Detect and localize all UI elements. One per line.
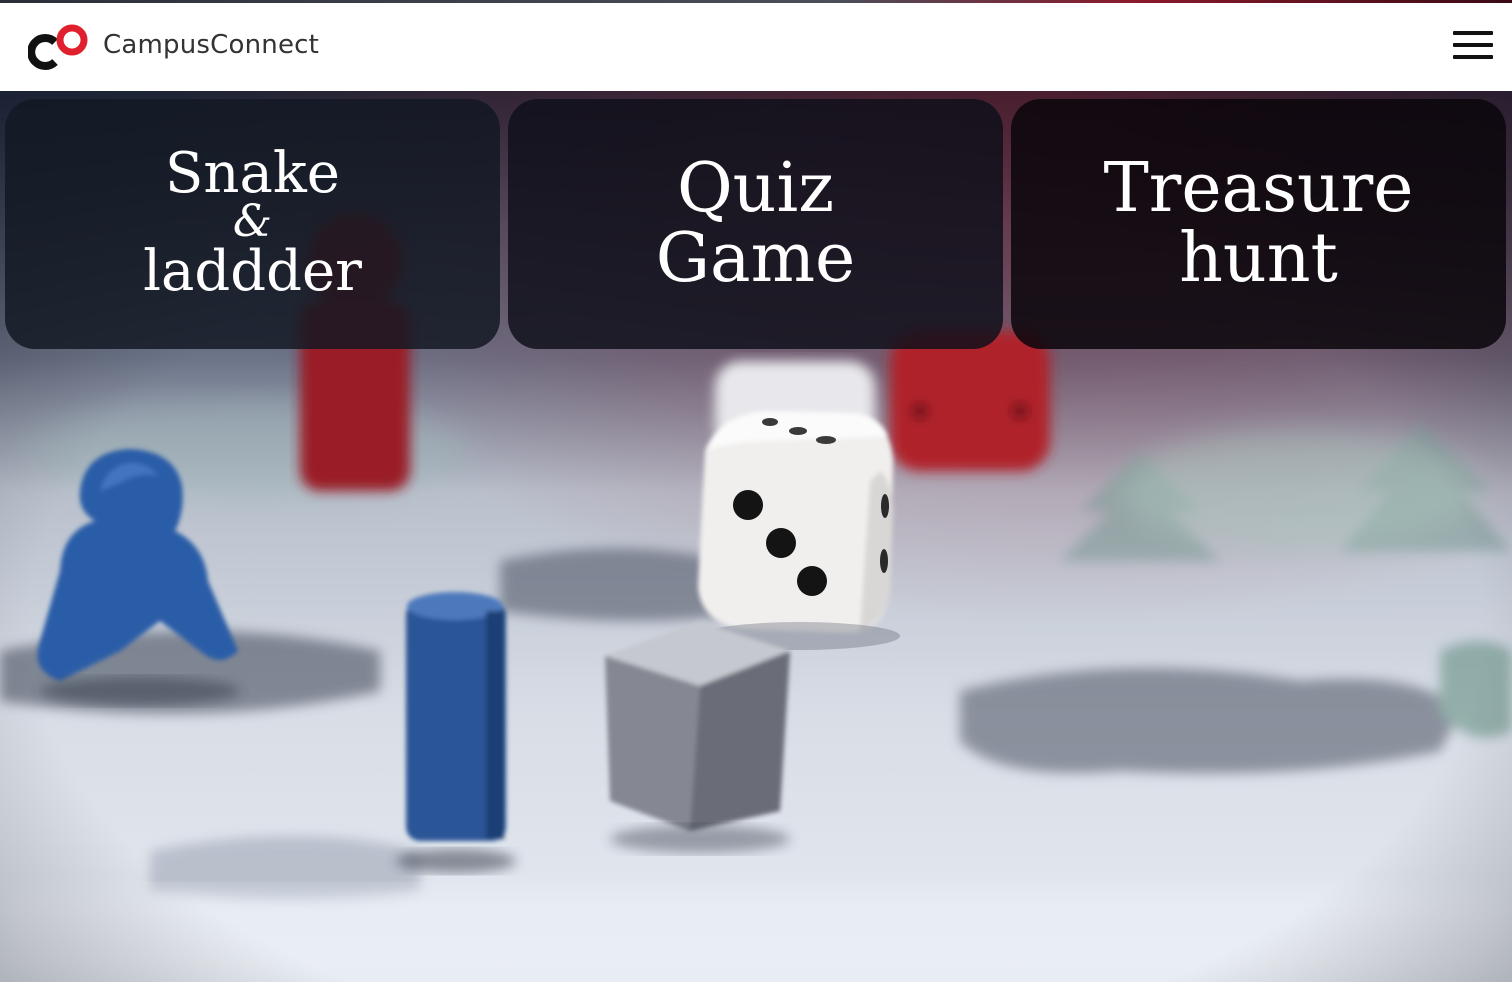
menu-bar — [1453, 55, 1493, 59]
card-title-line: Snake — [165, 141, 340, 206]
game-card-treasure-hunt[interactable]: Treasure hunt — [1011, 99, 1506, 349]
card-title-ampersand: & — [232, 196, 273, 247]
menu-bar — [1453, 31, 1493, 35]
card-title-line: Game — [655, 219, 856, 298]
card-title-line: Treasure — [1103, 149, 1414, 228]
card-title-line: hunt — [1179, 219, 1338, 298]
game-card-snake-ladder[interactable]: Snake & laddder — [5, 99, 500, 349]
menu-bar — [1453, 43, 1493, 47]
game-card-quiz-game[interactable]: Quiz Game — [508, 99, 1003, 349]
hamburger-menu-icon[interactable] — [1450, 27, 1494, 63]
campusconnect-logo-icon[interactable] — [27, 20, 90, 72]
brand-name[interactable]: CampusConnect — [103, 27, 319, 63]
card-title-line: laddder — [143, 239, 362, 304]
card-title-line: Quiz — [676, 149, 835, 228]
site-header: CampusConnect — [0, 3, 1512, 91]
